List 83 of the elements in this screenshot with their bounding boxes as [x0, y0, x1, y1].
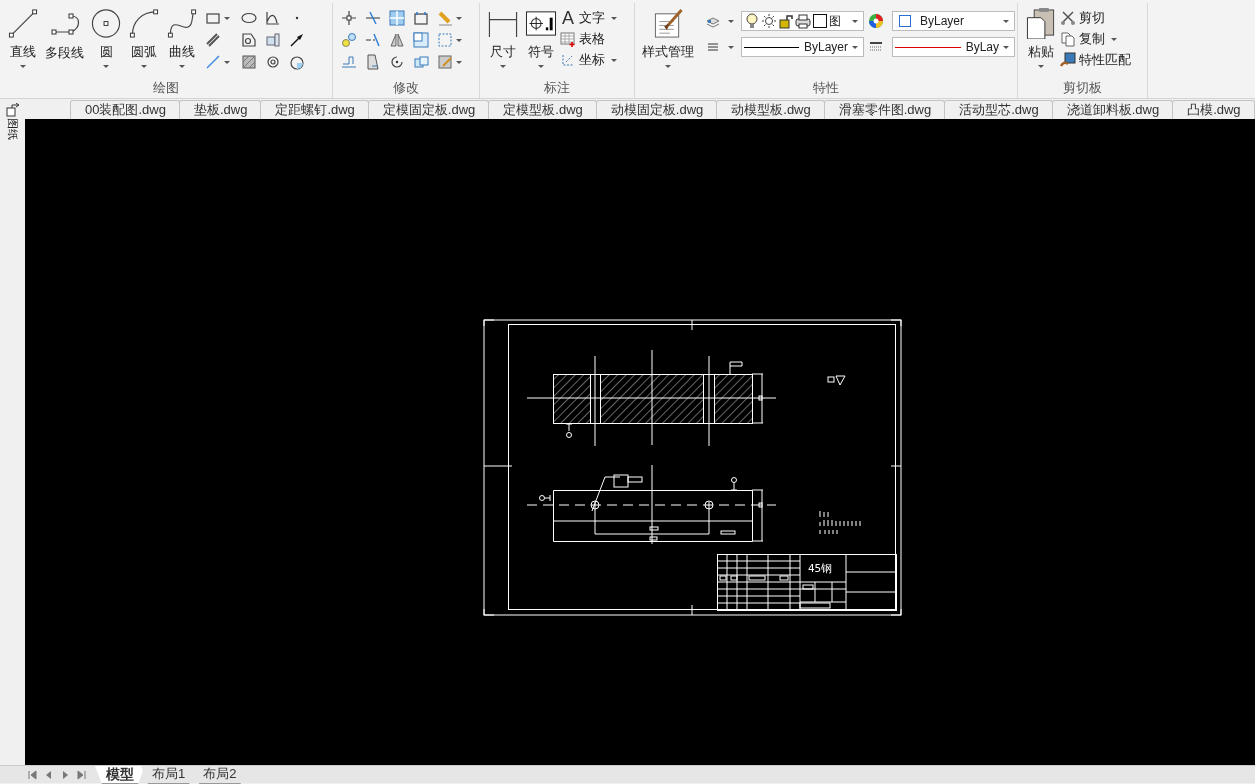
color-dropdown[interactable]: ByLayer [892, 11, 1015, 31]
rotate-icon[interactable] [389, 54, 405, 70]
sun-icon [761, 13, 777, 29]
hatch-edit-icon [437, 54, 453, 70]
file-tab[interactable]: 浇道卸料板.dwg [1051, 100, 1174, 119]
file-tab[interactable]: 定模固定板.dwg [367, 100, 490, 119]
lineweight-dropdown[interactable]: ByLay [892, 37, 1015, 57]
parallel-lines-icon [205, 32, 221, 48]
polyline-button[interactable]: 多段线 [42, 6, 87, 72]
mirror-icon[interactable] [389, 32, 405, 48]
match-properties-icon [1060, 52, 1076, 68]
table-button[interactable]: 表格 [560, 29, 620, 49]
window-icon[interactable] [413, 32, 429, 48]
layer-dropdown[interactable]: 图 [741, 11, 864, 31]
coordinate-button[interactable]: 坐标 [560, 50, 620, 70]
circles-icon[interactable] [341, 32, 357, 48]
color-wheel-icon[interactable] [868, 13, 884, 29]
curve-button[interactable]: 曲线 [163, 6, 201, 72]
move-icon[interactable] [341, 10, 357, 26]
style-manager-icon [652, 8, 684, 39]
arc-icon [128, 8, 160, 39]
layout-tab[interactable]: 模型 [95, 766, 145, 784]
curve-icon [166, 8, 198, 39]
scissors-icon [1060, 10, 1076, 26]
dimension-button[interactable]: 尺寸 [484, 6, 522, 72]
ellipse-icon[interactable] [241, 10, 257, 26]
graph-icon[interactable] [265, 10, 281, 26]
diagonal-line-icon [205, 54, 221, 70]
arrow-icon[interactable] [289, 32, 305, 48]
clipboard-icon [1025, 8, 1057, 39]
table-icon [560, 31, 576, 47]
file-tab[interactable]: 定距螺钉.dwg [260, 100, 369, 119]
sheet-panel-icon[interactable] [5, 103, 20, 117]
hatch-icon[interactable] [241, 54, 257, 70]
linetype-dropdown[interactable]: ByLayer [741, 37, 864, 57]
nav-first-icon[interactable] [27, 769, 39, 781]
square-swatch-icon [812, 13, 828, 29]
cut-button[interactable]: 剪切 [1060, 8, 1131, 28]
style-manager-button[interactable]: 样式管理 [639, 6, 697, 72]
symbol-button[interactable]: 符号 [522, 6, 560, 72]
copy-icon [1060, 31, 1076, 47]
pencil-icon [437, 10, 453, 26]
file-tab[interactable]: 动模固定板.dwg [595, 100, 718, 119]
paste-button[interactable]: 粘贴 [1022, 6, 1060, 72]
printer-icon [795, 13, 811, 29]
group-label: 特性 [813, 79, 839, 97]
group-label: 剪切板 [1063, 79, 1102, 97]
grid-icon[interactable] [389, 10, 405, 26]
lock-icon [778, 13, 794, 29]
circle-icon [90, 8, 122, 39]
file-tab[interactable]: 垫板.dwg [178, 100, 262, 119]
file-tab[interactable]: 00装配图.dwg [70, 100, 180, 119]
stretch-icon[interactable] [365, 54, 381, 70]
pie-icon[interactable] [289, 54, 305, 70]
rectangle-icon [205, 10, 221, 26]
symbol-icon [525, 8, 557, 39]
copy-button[interactable]: 复制 [1060, 29, 1131, 49]
line-icon [7, 8, 39, 39]
coordinate-icon [560, 52, 576, 68]
file-tab[interactable]: 定模型板.dwg [488, 100, 597, 119]
trim-icon[interactable] [365, 10, 381, 26]
match-properties-button[interactable]: 特性匹配 [1060, 50, 1131, 70]
sheet-panel-label[interactable]: 图纸 [6, 118, 19, 140]
file-tab[interactable]: 凸模.dwg [1172, 100, 1255, 119]
frame-icon[interactable] [413, 10, 429, 26]
cylinder-icon[interactable] [265, 32, 281, 48]
dashed-line-icon[interactable] [365, 32, 381, 48]
dashed-square-icon [437, 32, 453, 48]
circle-button[interactable]: 圆 [87, 6, 125, 72]
file-tab[interactable]: 动模型板.dwg [716, 100, 825, 119]
text-button[interactable]: A 文字 [560, 8, 620, 28]
color-swatch-icon [899, 15, 911, 27]
arc-button[interactable]: 圆弧 [125, 6, 163, 72]
group-label: 标注 [544, 79, 570, 97]
group-label: 绘图 [153, 79, 179, 97]
file-tab[interactable]: 活动型芯.dwg [944, 100, 1053, 119]
group-label: 修改 [393, 79, 419, 97]
line-button[interactable]: 直线 [4, 6, 42, 72]
nav-last-icon[interactable] [75, 769, 87, 781]
material-label: 45钢 [808, 562, 833, 575]
file-tab[interactable]: 滑塞零件图.dwg [823, 100, 946, 119]
outline-icon[interactable] [241, 32, 257, 48]
lightbulb-icon [744, 13, 760, 29]
